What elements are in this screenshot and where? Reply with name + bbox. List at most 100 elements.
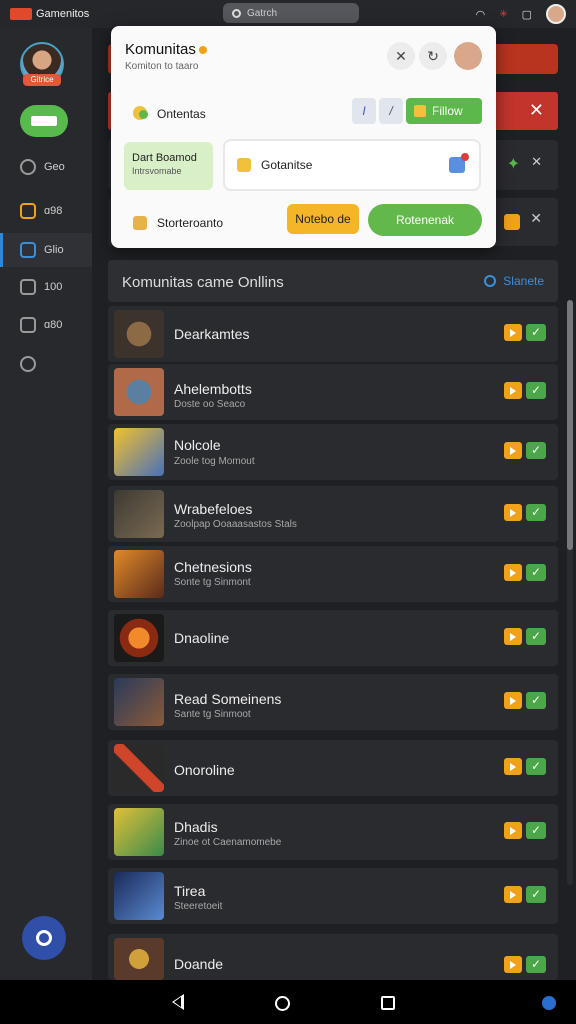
game-thumbnail bbox=[114, 808, 164, 856]
row-name: Nolcole bbox=[174, 437, 221, 453]
confirm-button[interactable]: Rotenenak bbox=[368, 204, 482, 236]
section-link[interactable]: Slanete bbox=[484, 274, 544, 288]
list-item[interactable]: Read Someinens Sante tg Sinmoot ✓ bbox=[108, 674, 558, 730]
check-icon[interactable]: ✓ bbox=[526, 886, 546, 903]
row-name: Dhadis bbox=[174, 819, 218, 835]
close-icon: ✕ bbox=[395, 47, 407, 64]
edit-icon[interactable] bbox=[449, 153, 469, 173]
search-input[interactable]: Gatrch bbox=[223, 3, 359, 23]
check-icon[interactable]: ✓ bbox=[526, 382, 546, 399]
badge-dot-icon bbox=[198, 46, 207, 54]
community-input[interactable]: Gotanitse bbox=[223, 139, 481, 191]
list-item[interactable]: Doande ✓ bbox=[108, 934, 558, 980]
list-item[interactable]: Onoroline ✓ bbox=[108, 740, 558, 796]
assistant-icon[interactable] bbox=[542, 996, 556, 1010]
italic-button[interactable]: I bbox=[352, 98, 376, 124]
play-icon[interactable] bbox=[504, 504, 522, 521]
search-fab-button[interactable] bbox=[22, 916, 66, 960]
play-icon[interactable] bbox=[504, 628, 522, 645]
play-icon[interactable] bbox=[504, 822, 522, 839]
play-icon[interactable] bbox=[504, 886, 522, 903]
check-icon[interactable]: ✓ bbox=[526, 692, 546, 709]
sidebar-item-geo[interactable]: Geo bbox=[0, 150, 92, 184]
recent-apps-icon[interactable] bbox=[381, 996, 395, 1010]
game-thumbnail bbox=[114, 872, 164, 920]
list-item[interactable]: Dnaoline ✓ bbox=[108, 610, 558, 666]
category-card[interactable]: Dart Boamod Intrsvomabe bbox=[124, 142, 213, 190]
check-icon[interactable]: ✓ bbox=[526, 822, 546, 839]
row-name: Ahelembotts bbox=[174, 381, 252, 397]
close-icon[interactable]: ✕ bbox=[529, 100, 544, 121]
check-icon[interactable]: ✓ bbox=[526, 628, 546, 645]
check-icon[interactable]: ✓ bbox=[526, 324, 546, 341]
game-thumbnail bbox=[114, 368, 164, 416]
home-icon[interactable] bbox=[275, 996, 290, 1011]
row-subtitle: Sonte tg Sinmont bbox=[174, 577, 251, 588]
list-item[interactable]: Tirea Steeretoeit ✓ bbox=[108, 868, 558, 924]
popup-subtitle: Komiton to taaro bbox=[125, 61, 199, 72]
sidebar-item-label: ɑ98 bbox=[44, 205, 63, 217]
check-icon[interactable]: ✓ bbox=[526, 564, 546, 581]
play-icon[interactable] bbox=[504, 324, 522, 341]
row-name: Doande bbox=[174, 956, 224, 972]
filter-button[interactable]: Fillow bbox=[406, 98, 482, 124]
check-icon[interactable]: ✓ bbox=[526, 504, 546, 521]
play-icon[interactable] bbox=[504, 758, 522, 775]
row-subtitle: Zinoe ot Caenamomebe bbox=[174, 837, 282, 848]
play-icon[interactable] bbox=[504, 692, 522, 709]
play-icon[interactable] bbox=[504, 382, 522, 399]
refresh-button[interactable]: ↻ bbox=[419, 42, 447, 70]
sidebar-item-label: 100 bbox=[44, 281, 63, 293]
play-icon[interactable] bbox=[504, 564, 522, 581]
sidebar-item-80[interactable]: ɑ80 bbox=[0, 308, 92, 342]
sidebar-item-100[interactable]: 100 bbox=[0, 270, 92, 304]
section-title: Komunitas came Onllins bbox=[122, 274, 284, 291]
info-icon bbox=[484, 275, 497, 287]
play-icon[interactable] bbox=[504, 956, 522, 973]
check-icon[interactable]: ✓ bbox=[526, 956, 546, 973]
close-icon[interactable]: ✕ bbox=[530, 210, 542, 227]
check-icon[interactable]: ✓ bbox=[526, 758, 546, 775]
card-title: Dart Boamod bbox=[132, 152, 197, 164]
list-item[interactable]: Wrabefeloes Zoolpap Ooaaasastos Stals ✓ bbox=[108, 486, 558, 542]
notification-icon[interactable]: ✳ bbox=[499, 9, 507, 20]
check-icon[interactable]: ✓ bbox=[526, 442, 546, 459]
notebook-button[interactable]: Notebo de bbox=[287, 204, 359, 234]
back-icon[interactable] bbox=[172, 994, 184, 1010]
row-subtitle: Zoole tog Momout bbox=[174, 456, 255, 467]
list-item[interactable]: Ahelembotts Doste oo Seaco ✓ bbox=[108, 364, 558, 420]
scrollbar-thumb[interactable] bbox=[567, 300, 573, 550]
sidebar-toggle-button[interactable] bbox=[20, 105, 68, 137]
close-button[interactable]: ✕ bbox=[387, 42, 415, 70]
list-item[interactable]: Chetnesions Sonte tg Sinmont ✓ bbox=[108, 546, 558, 602]
play-icon[interactable] bbox=[504, 214, 520, 230]
list-item[interactable]: Dhadis Zinoe ot Caenamomebe ✓ bbox=[108, 804, 558, 860]
sidebar-item-shield[interactable]: ɑ98 bbox=[0, 194, 92, 228]
user-avatar[interactable] bbox=[454, 42, 482, 70]
section-link-label: Slanete bbox=[503, 274, 544, 288]
window-icon[interactable]: ▢ bbox=[522, 8, 532, 21]
community-icon bbox=[133, 106, 148, 120]
row-subtitle: Steeretoeit bbox=[174, 901, 223, 912]
close-icon[interactable]: ✕ bbox=[531, 154, 542, 170]
list-item[interactable]: Dearkamtes ✓ bbox=[108, 306, 558, 362]
pen-icon: / bbox=[389, 104, 393, 118]
wifi-icon: ◠ bbox=[475, 8, 486, 21]
game-thumbnail bbox=[114, 490, 164, 538]
sidebar-item-history[interactable] bbox=[0, 347, 92, 381]
pen-button[interactable]: / bbox=[379, 98, 403, 124]
list-item[interactable]: Nolcole Zoole tog Momout ✓ bbox=[108, 424, 558, 480]
sidebar-item-glio[interactable]: Glio bbox=[0, 233, 92, 267]
status-icons: ◠ ✳ ▢ bbox=[476, 4, 566, 24]
play-icon[interactable] bbox=[504, 442, 522, 459]
row-name: Tirea bbox=[174, 883, 206, 899]
input-value: Gotanitse bbox=[261, 158, 313, 172]
shield-icon bbox=[20, 203, 36, 219]
row-name: Dnaoline bbox=[174, 630, 230, 646]
settings-icon bbox=[133, 216, 147, 230]
status-bar: Gamenitos Gatrch ◠ ✳ ▢ bbox=[0, 0, 576, 28]
row-label: Storteroanto bbox=[157, 216, 224, 230]
leaf-icon: ✦ bbox=[506, 156, 520, 173]
avatar[interactable] bbox=[546, 4, 566, 24]
grid-icon bbox=[20, 317, 36, 333]
